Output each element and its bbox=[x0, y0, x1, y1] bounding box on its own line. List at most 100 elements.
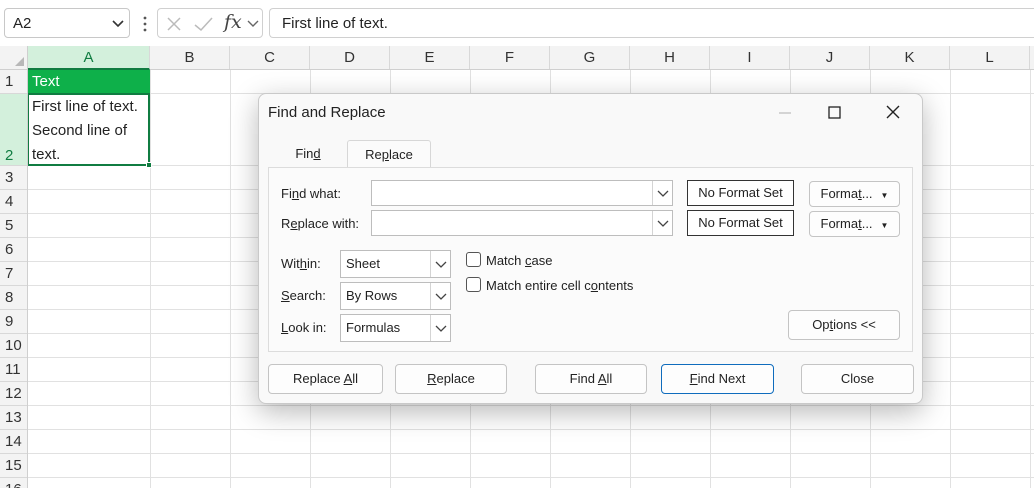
match-case-label[interactable]: Match case bbox=[486, 253, 552, 268]
replace-with-input[interactable] bbox=[371, 210, 673, 236]
options-post: ions << bbox=[833, 317, 876, 332]
column-header-d[interactable]: D bbox=[310, 46, 390, 69]
search-dropdown[interactable] bbox=[430, 283, 450, 309]
row-header-9[interactable]: 9 bbox=[0, 310, 27, 334]
search-select[interactable]: By Rows bbox=[340, 282, 451, 310]
find-format-post: ... bbox=[861, 186, 873, 201]
find-replace-dialog: Find and Replace Find Replace Find what:… bbox=[258, 93, 923, 404]
row-header-10[interactable]: 10 bbox=[0, 334, 27, 358]
more-options-icon[interactable] bbox=[139, 14, 151, 34]
row-header-2-label: 2 bbox=[5, 147, 14, 164]
column-header-e[interactable]: E bbox=[390, 46, 470, 69]
find-what-label: Find what: bbox=[281, 186, 341, 201]
maximize-icon[interactable] bbox=[813, 96, 857, 128]
replace-format-preview: No Format Set bbox=[687, 210, 794, 236]
match-entire-checkbox[interactable] bbox=[466, 277, 481, 292]
options-button[interactable]: Options << bbox=[788, 310, 900, 340]
name-box[interactable]: A2 bbox=[4, 8, 130, 38]
match-case-checkbox[interactable] bbox=[466, 252, 481, 267]
replace-u: R bbox=[427, 371, 437, 386]
within-value: Sheet bbox=[346, 256, 380, 271]
row-header-8[interactable]: 8 bbox=[0, 286, 27, 310]
row-header-15[interactable]: 15 bbox=[0, 454, 27, 478]
tab-replace-post: lace bbox=[389, 147, 413, 162]
within-label-u: h bbox=[299, 256, 308, 271]
row-header-13[interactable]: 13 bbox=[0, 406, 27, 430]
replace-format-post: ... bbox=[861, 216, 873, 231]
column-header-h[interactable]: H bbox=[630, 46, 710, 69]
find-all-button[interactable]: Find All bbox=[535, 364, 647, 394]
look-in-label: Look in: bbox=[281, 320, 327, 335]
chevron-down-icon[interactable] bbox=[246, 16, 260, 30]
row-header-11[interactable]: 11 bbox=[0, 358, 27, 382]
row-header-4[interactable]: 4 bbox=[0, 190, 27, 214]
select-all-corner[interactable] bbox=[0, 46, 28, 69]
close-icon[interactable] bbox=[871, 96, 915, 128]
column-header-j[interactable]: J bbox=[790, 46, 870, 69]
replace-with-label-u: e bbox=[290, 216, 298, 231]
within-select[interactable]: Sheet bbox=[340, 250, 451, 278]
within-label-post: in: bbox=[307, 256, 321, 271]
formula-actions: fx bbox=[157, 8, 263, 38]
tab-find[interactable]: Find bbox=[269, 140, 347, 167]
cell-a2-active[interactable]: First line of text. Second line of text. bbox=[28, 93, 152, 168]
replace-format-button[interactable]: Format... ▼ bbox=[809, 211, 900, 237]
match-entire-label[interactable]: Match entire cell contents bbox=[486, 278, 633, 293]
replace-all-button[interactable]: Replace All bbox=[268, 364, 383, 394]
column-header-k[interactable]: K bbox=[870, 46, 950, 69]
cell-a2-line-1: First line of text. bbox=[32, 98, 138, 115]
look-in-dropdown[interactable] bbox=[430, 315, 450, 341]
enter-icon[interactable] bbox=[192, 14, 214, 34]
replace-format-pre: Forma bbox=[820, 216, 859, 231]
column-header-l[interactable]: L bbox=[950, 46, 1030, 69]
cell-a1[interactable]: Text bbox=[28, 70, 150, 93]
cancel-icon[interactable] bbox=[164, 14, 184, 34]
row-header-5[interactable]: 5 bbox=[0, 214, 27, 238]
chevron-down-icon bbox=[435, 293, 447, 300]
column-header-a[interactable]: A bbox=[28, 46, 150, 70]
row-header-6[interactable]: 6 bbox=[0, 238, 27, 262]
match-case-post: ase bbox=[531, 253, 553, 268]
row-header-2[interactable]: 2 bbox=[0, 94, 27, 166]
formula-input[interactable]: First line of text. bbox=[269, 8, 1034, 38]
match-entire-post: ntents bbox=[598, 278, 634, 293]
replace-button[interactable]: Replace bbox=[395, 364, 507, 394]
row-header-3[interactable]: 3 bbox=[0, 166, 27, 190]
row-header-1[interactable]: 1 bbox=[0, 70, 27, 94]
name-box-value: A2 bbox=[13, 15, 32, 32]
row-header-16[interactable]: 16 bbox=[0, 478, 27, 488]
within-label: Within: bbox=[281, 256, 321, 271]
column-header-b[interactable]: B bbox=[150, 46, 230, 69]
tab-find-u: d bbox=[313, 146, 321, 161]
look-in-select[interactable]: Formulas bbox=[340, 314, 451, 342]
match-entire-pre: Match entire cell c bbox=[486, 278, 591, 293]
find-format-button[interactable]: Format... ▼ bbox=[809, 181, 900, 207]
row-header-7[interactable]: 7 bbox=[0, 262, 27, 286]
tab-replace[interactable]: Replace bbox=[347, 140, 431, 168]
column-header-c[interactable]: C bbox=[230, 46, 310, 69]
replace-with-dropdown[interactable] bbox=[652, 211, 672, 235]
find-what-dropdown[interactable] bbox=[652, 181, 672, 205]
dialog-title: Find and Replace bbox=[268, 104, 386, 121]
within-dropdown[interactable] bbox=[430, 251, 450, 277]
replace-with-label: Replace with: bbox=[281, 216, 359, 231]
fill-handle[interactable] bbox=[146, 162, 152, 168]
minimize-icon[interactable] bbox=[763, 96, 807, 128]
replace-with-label-post: place with: bbox=[297, 216, 360, 231]
within-label-pre: Wit bbox=[281, 256, 300, 271]
row-header-12[interactable]: 12 bbox=[0, 382, 27, 406]
cell-a2-line-3: text. bbox=[32, 146, 61, 163]
column-header-g[interactable]: G bbox=[550, 46, 630, 69]
find-what-input[interactable] bbox=[371, 180, 673, 206]
look-in-value: Formulas bbox=[346, 320, 401, 335]
column-header-f[interactable]: F bbox=[470, 46, 550, 69]
close-button[interactable]: Close bbox=[801, 364, 914, 394]
row-header-14[interactable]: 14 bbox=[0, 430, 27, 454]
column-header-i[interactable]: I bbox=[710, 46, 790, 69]
search-label: Search: bbox=[281, 288, 326, 303]
replace-post: eplace bbox=[436, 371, 475, 386]
insert-function-icon[interactable]: fx bbox=[224, 11, 242, 33]
column-headers: A B C D E F G H I J K L bbox=[0, 46, 1034, 70]
find-next-button[interactable]: Find Next bbox=[661, 364, 774, 394]
chevron-down-icon[interactable] bbox=[109, 14, 127, 32]
